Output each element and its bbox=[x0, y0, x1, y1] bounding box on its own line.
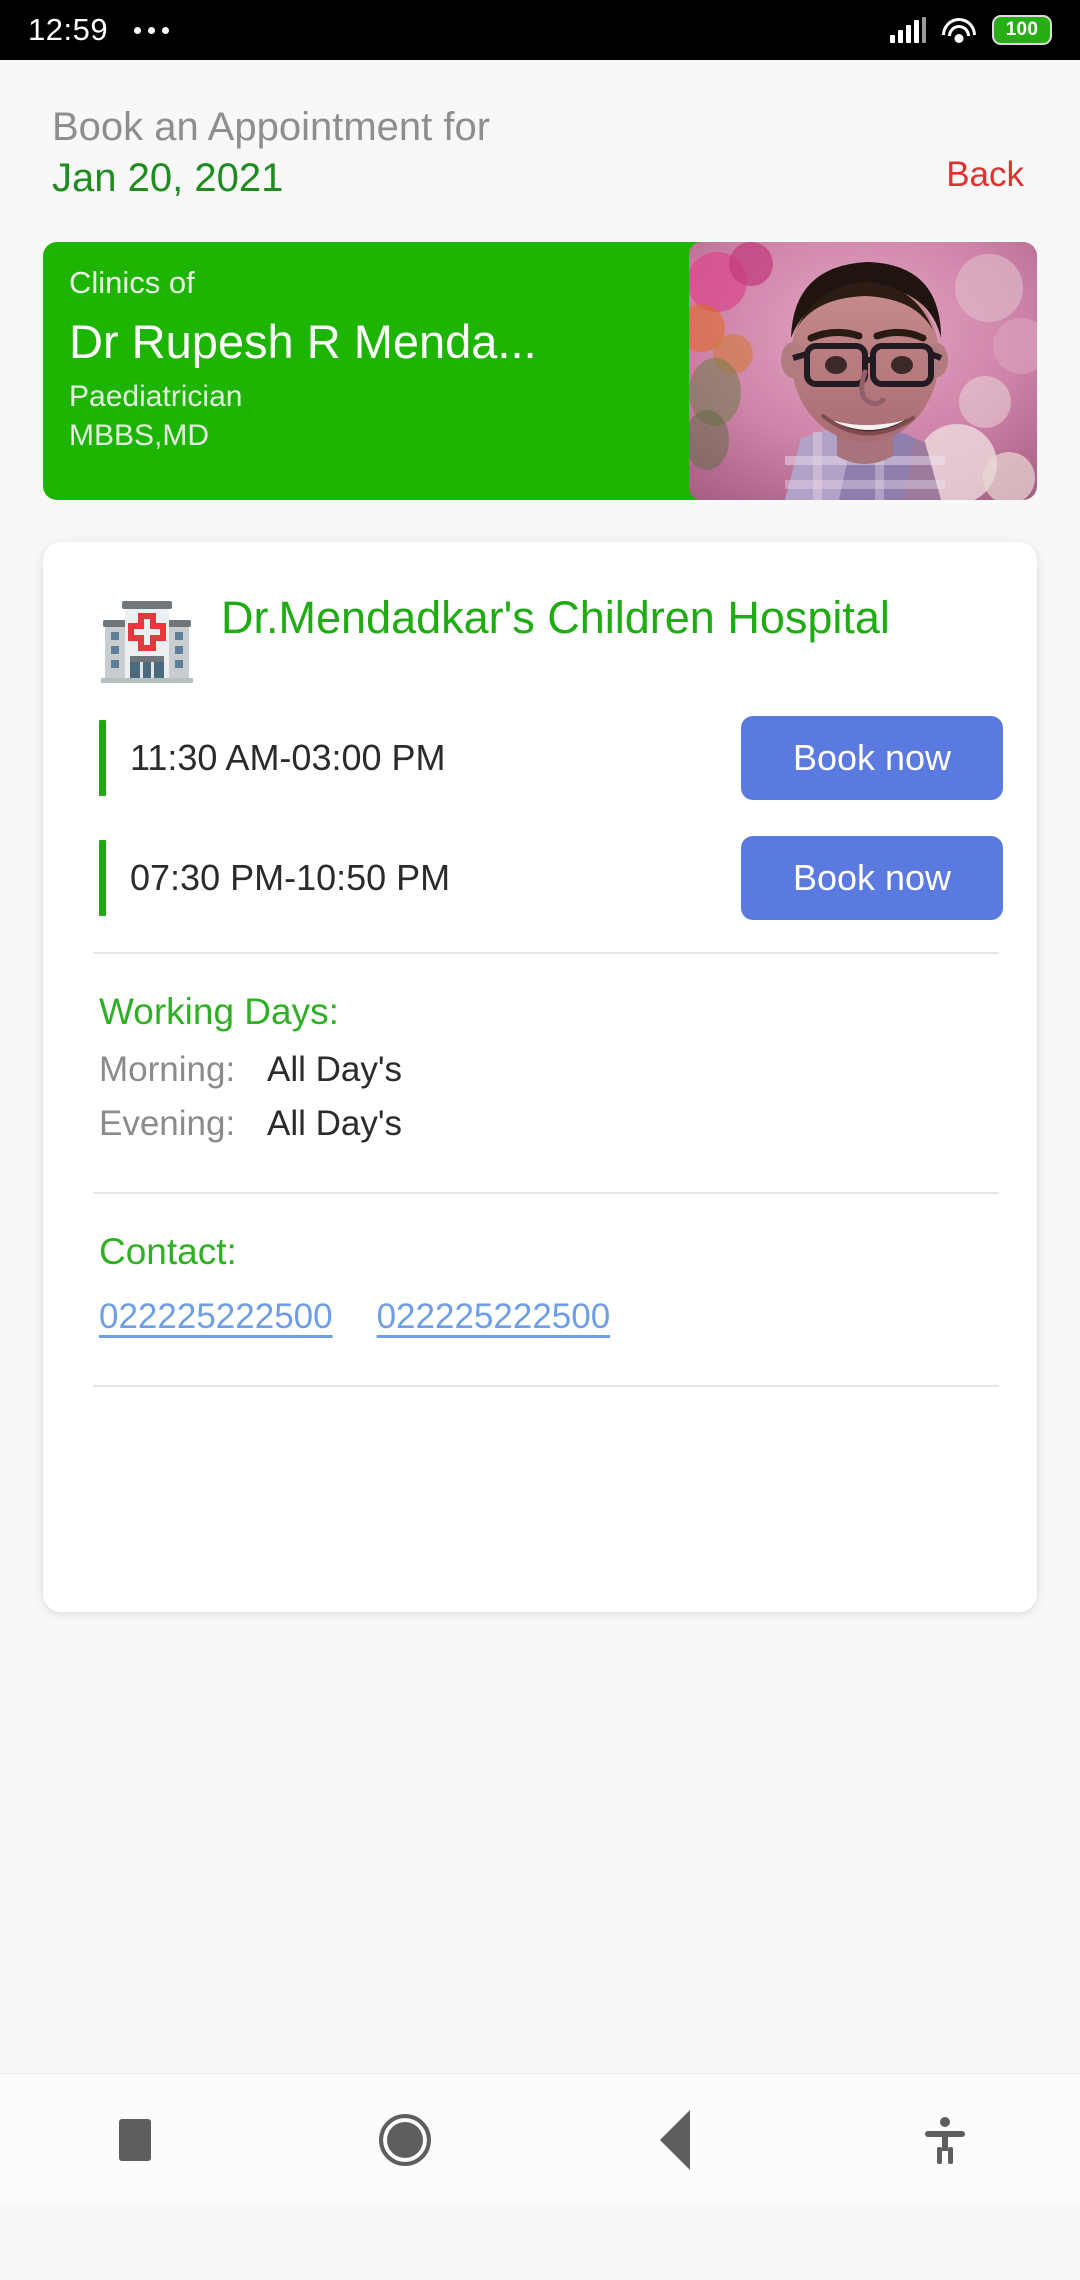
doctor-banner-text: Clinics of Dr Rupesh R Menda... Paediatr… bbox=[43, 242, 689, 500]
contact-title: Contact: bbox=[99, 1231, 237, 1273]
evening-value: All Day's bbox=[267, 1104, 403, 1144]
system-navigation-bar bbox=[0, 2073, 1080, 2205]
time-slot-row: 07:30 PM-10:50 PM Book now bbox=[99, 832, 1003, 924]
clinics-of-label: Clinics of bbox=[69, 265, 195, 301]
working-days-title: Working Days: bbox=[99, 991, 339, 1033]
slot-accent-bar bbox=[99, 720, 106, 797]
recents-button[interactable] bbox=[0, 2118, 270, 2161]
clinic-card: Dr.Mendadkar's Children Hospital 11:30 A… bbox=[43, 542, 1037, 1613]
cellular-signal-icon bbox=[890, 17, 926, 43]
battery-icon: 100 bbox=[992, 15, 1052, 45]
triangle-back-icon bbox=[660, 2109, 690, 2170]
hospital-building-icon bbox=[99, 592, 195, 688]
morning-label: Morning: bbox=[99, 1050, 236, 1090]
hospital-name: Dr.Mendadkar's Children Hospital bbox=[221, 592, 890, 644]
square-recents-icon bbox=[119, 2118, 151, 2161]
contact-phone-link[interactable]: 022225222500 bbox=[99, 1297, 333, 1337]
app-screen: Book an Appointment for Jan 20, 2021 Bac… bbox=[0, 60, 1080, 2205]
accessibility-button[interactable] bbox=[810, 2114, 1080, 2166]
back-button[interactable]: Back bbox=[946, 155, 1024, 195]
doctor-degrees: MBBS,MD bbox=[69, 419, 210, 453]
back-nav-button[interactable] bbox=[540, 2109, 810, 2170]
hospital-header: Dr.Mendadkar's Children Hospital bbox=[43, 586, 1037, 688]
slot-time-text: 07:30 PM-10:50 PM bbox=[130, 857, 451, 899]
status-bar-clock: 12:59 bbox=[28, 12, 109, 47]
doctor-speciality: Paediatrician bbox=[69, 380, 243, 414]
status-bar: 12:59 100 bbox=[0, 0, 1080, 60]
slot-accent-bar bbox=[99, 840, 106, 917]
morning-value: All Day's bbox=[267, 1050, 403, 1090]
doctor-portrait-image bbox=[689, 242, 1037, 501]
evening-label: Evening: bbox=[99, 1104, 236, 1144]
wifi-icon bbox=[942, 17, 976, 43]
doctor-name: Dr Rupesh R Menda... bbox=[69, 315, 537, 369]
doctor-banner[interactable]: Clinics of Dr Rupesh R Menda... Paediatr… bbox=[43, 242, 1037, 501]
slot-time-text: 11:30 AM-03:00 PM bbox=[130, 737, 446, 779]
circle-home-icon bbox=[379, 2113, 431, 2166]
page-header: Book an Appointment for Jan 20, 2021 Bac… bbox=[0, 60, 1080, 204]
contact-phone-link[interactable]: 022225222500 bbox=[377, 1297, 611, 1337]
status-bar-indicators: 100 bbox=[890, 15, 1052, 45]
accessibility-icon bbox=[919, 2114, 971, 2166]
contact-number-list: 022225222500 022225222500 bbox=[99, 1297, 1003, 1337]
book-now-button[interactable]: Book now bbox=[741, 716, 1003, 801]
doctor-photo bbox=[689, 242, 1037, 501]
contact-section: Contact: 022225222500 022225222500 bbox=[43, 1194, 1037, 1336]
card-footer-space bbox=[43, 1387, 1037, 1479]
working-days-evening-row: Evening: All Day's bbox=[99, 1104, 1003, 1144]
battery-level-text: 100 bbox=[1005, 19, 1039, 40]
home-button[interactable] bbox=[270, 2113, 540, 2166]
time-slot-row: 11:30 AM-03:00 PM Book now bbox=[99, 712, 1003, 804]
book-now-button[interactable]: Book now bbox=[741, 836, 1003, 921]
time-slot-list: 11:30 AM-03:00 PM Book now 07:30 PM-10:5… bbox=[43, 688, 1037, 924]
working-days-morning-row: Morning: All Day's bbox=[99, 1050, 1003, 1090]
appointment-date: Jan 20, 2021 bbox=[52, 156, 284, 201]
page-title: Book an Appointment for bbox=[52, 105, 491, 149]
working-days-section: Working Days: Morning: All Day's Evening… bbox=[43, 954, 1037, 1144]
more-dots-icon bbox=[134, 26, 170, 34]
